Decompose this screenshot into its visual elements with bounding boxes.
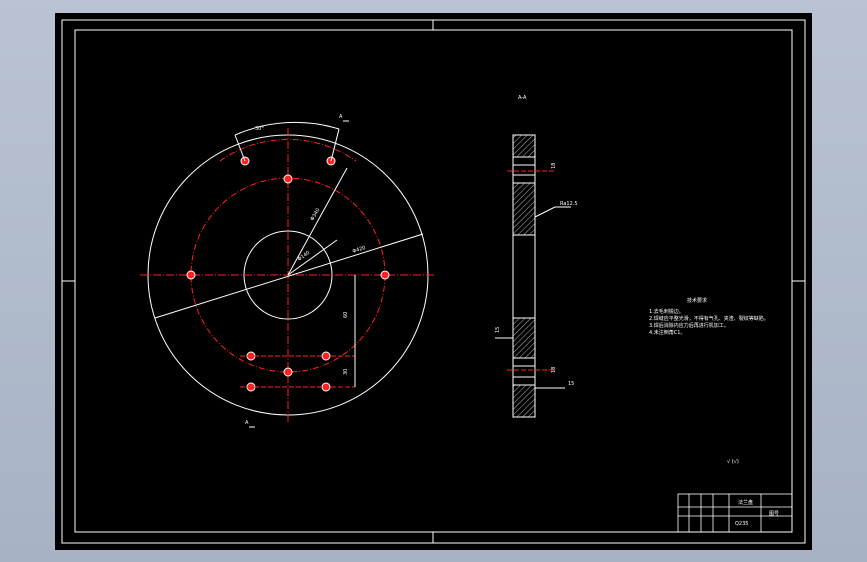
notes-line-2: 2.焊缝应平整光滑，不得有气孔、夹渣、裂纹等缺陷。 [649, 315, 769, 322]
technical-notes: 技术要求 1.去毛刺锐边。 2.焊缝应平整光滑，不得有气孔、夹渣、裂纹等缺陷。 … [649, 297, 769, 465]
roughness-leader [534, 206, 556, 218]
title-block: 法兰盘 图号 Q235 [677, 493, 793, 533]
section-hatch-bottom [512, 384, 536, 418]
section-hatch-lower [512, 317, 536, 359]
title-drawing-no: 图号 [769, 511, 779, 517]
bolt-hole [283, 367, 293, 377]
section-mark-bottom: A [245, 420, 249, 426]
roughness-label: Ra12.5 [560, 201, 578, 207]
section-hatch-upper [512, 182, 536, 236]
outer-border [61, 19, 806, 544]
notes-line-3: 3.焊后消除内应力后再进行机加工。 [649, 322, 729, 329]
weld-label-2: 15 [568, 381, 574, 387]
weld-label-1: 15 [495, 327, 501, 333]
section-view: A-A Ra12.5 15 15 18 18 [495, 95, 578, 418]
bolt-hole [186, 270, 196, 280]
dim-bore-diameter: Φ140 [297, 250, 311, 263]
hole-section [512, 376, 536, 386]
dim-angle: 30° [255, 126, 264, 132]
front-view: 60 30 30° Φ340 Φ420 Φ140 A A [140, 114, 435, 428]
dim-bolt-circle: Φ340 [310, 207, 322, 222]
cad-drawing: 60 30 30° Φ340 Φ420 Φ140 A A A-A Ra12.5 … [61, 19, 806, 544]
drawing-sheet: 60 30 30° Φ340 Φ420 Φ140 A A A-A Ra12.5 … [55, 13, 812, 550]
thickness-bottom: 18 [551, 367, 557, 373]
notes-title: 技术要求 [687, 297, 707, 304]
hole-section [512, 156, 536, 166]
bolt-hole [380, 270, 390, 280]
inner-border [74, 29, 793, 533]
dim-spacing-2: 30 [343, 369, 349, 375]
thickness-top: 18 [551, 163, 557, 169]
dim-spacing-1: 60 [343, 312, 349, 318]
angle-ext-line [330, 128, 340, 162]
hole-section [512, 357, 536, 367]
cad-viewport[interactable]: 60 30 30° Φ340 Φ420 Φ140 A A A-A Ra12.5 … [0, 0, 867, 562]
notes-line-1: 1.去毛刺锐边。 [649, 308, 684, 315]
hole-section [512, 174, 536, 184]
section-hatch-top [512, 134, 536, 158]
section-view-label: A-A [518, 95, 527, 101]
bolt-hole [283, 174, 293, 184]
surface-finish-symbol: √ (√) [727, 459, 739, 465]
title-material: Q235 [735, 521, 748, 527]
dim-outer-diameter: Φ420 [352, 245, 367, 255]
notes-line-4: 4.未注倒角C1。 [649, 329, 685, 336]
drawing-frame [61, 19, 806, 544]
section-mark-top: A [339, 114, 343, 120]
title-part-name: 法兰盘 [738, 499, 753, 506]
angle-dimension-arc [234, 121, 340, 136]
